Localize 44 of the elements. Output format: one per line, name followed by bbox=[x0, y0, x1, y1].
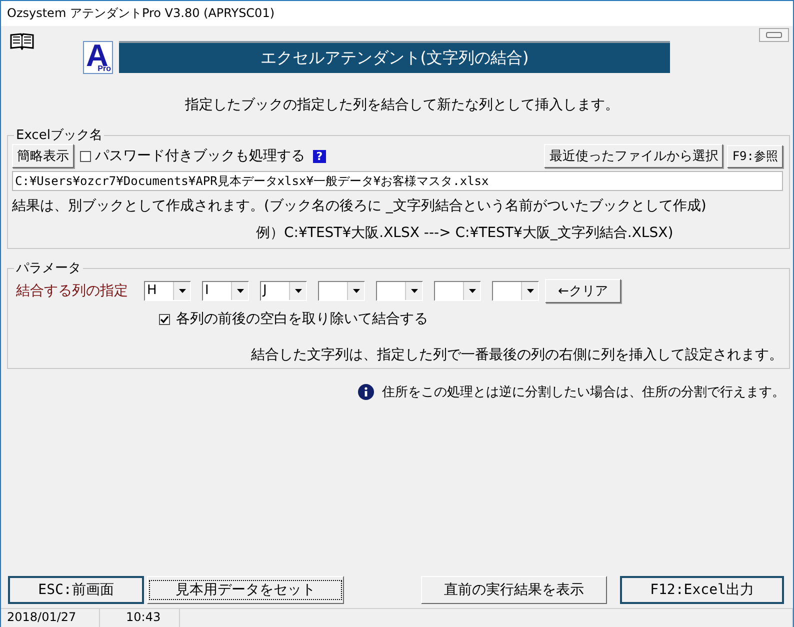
dropdown-arrow-icon bbox=[526, 289, 534, 293]
dropdown-arrow-icon bbox=[410, 289, 418, 293]
column-dropdown[interactable]: H bbox=[144, 281, 191, 301]
info-note: 住所をこの処理とは逆に分割したい場合は、住所の分割で行えます。 bbox=[382, 384, 785, 401]
password-checkbox[interactable] bbox=[80, 150, 91, 162]
help-badge[interactable]: ? bbox=[313, 150, 326, 162]
checkbox-label: 各列の前後の空白を取り除いて結合する bbox=[176, 310, 428, 328]
example-text: 例）C:¥TEST¥大阪.XLSX ---> C:¥TEST¥大阪_文字列結合.XLSX) bbox=[255, 224, 674, 242]
summary-button[interactable]: 簡略表示 bbox=[12, 144, 74, 168]
action-button[interactable]: ESC:前画面 bbox=[8, 576, 144, 604]
collapse-button[interactable] bbox=[759, 28, 789, 42]
action-button[interactable]: 直前の実行結果を表示 bbox=[421, 576, 607, 604]
action-button[interactable]: 見本用データをセット bbox=[147, 576, 344, 604]
insert-note: 結合した文字列は、指定した列で一番最後の列の右側に列を挿入して設定されます。 bbox=[250, 346, 783, 364]
dropdown-arrow-icon bbox=[236, 289, 244, 293]
status-date: 2018/01/27 bbox=[1, 609, 100, 627]
page-banner: エクセルアテンダント(文字列の結合) bbox=[119, 41, 670, 73]
app-logo: APro bbox=[83, 41, 113, 74]
group-legend: パラメータ bbox=[14, 259, 83, 277]
dropdown-arrow-icon bbox=[294, 289, 302, 293]
info-icon bbox=[358, 384, 374, 400]
result-note: 結果は、別ブックとして作成されます。(ブック名の後ろに _文字列結合という名前がついたブックとして作成) bbox=[12, 197, 708, 215]
column-dropdown[interactable] bbox=[318, 281, 365, 301]
browse-button[interactable]: F9:参照 bbox=[727, 144, 783, 168]
clear-button[interactable]: ←クリア bbox=[545, 279, 621, 303]
checkbox-label: パスワード付きブックも処理する bbox=[95, 147, 305, 165]
status-time: 10:43 bbox=[100, 609, 180, 627]
column-dropdown[interactable] bbox=[434, 281, 481, 301]
description-text: 指定したブックの指定した列を結合して新たな列として挿入します。 bbox=[184, 96, 620, 114]
column-dropdown[interactable] bbox=[492, 281, 539, 301]
column-dropdown[interactable]: I bbox=[202, 281, 249, 301]
group-legend: Excelブック名 bbox=[14, 126, 104, 144]
recent-files-button[interactable]: 最近使ったファイルから選択 bbox=[544, 144, 724, 168]
dropdown-arrow-icon bbox=[178, 289, 186, 293]
dropdown-arrow-icon bbox=[352, 289, 360, 293]
column-dropdown[interactable]: J bbox=[260, 281, 307, 301]
book-icon[interactable] bbox=[10, 32, 34, 50]
file-path-field[interactable]: C:¥Users¥ozcr7¥Documents¥APR見本データxlsx¥一般データ¥お客様マスタ.xlsx bbox=[12, 171, 783, 191]
window-title: Ozsystem アテンダントPro V3.80 (APRYSC01) bbox=[7, 5, 275, 22]
trim-checkbox[interactable] bbox=[159, 314, 170, 324]
action-button[interactable]: F12:Excel出力 bbox=[620, 576, 784, 604]
column-dropdown[interactable] bbox=[376, 281, 423, 301]
columns-label: 結合する列の指定 bbox=[16, 282, 128, 300]
dropdown-arrow-icon bbox=[468, 289, 476, 293]
